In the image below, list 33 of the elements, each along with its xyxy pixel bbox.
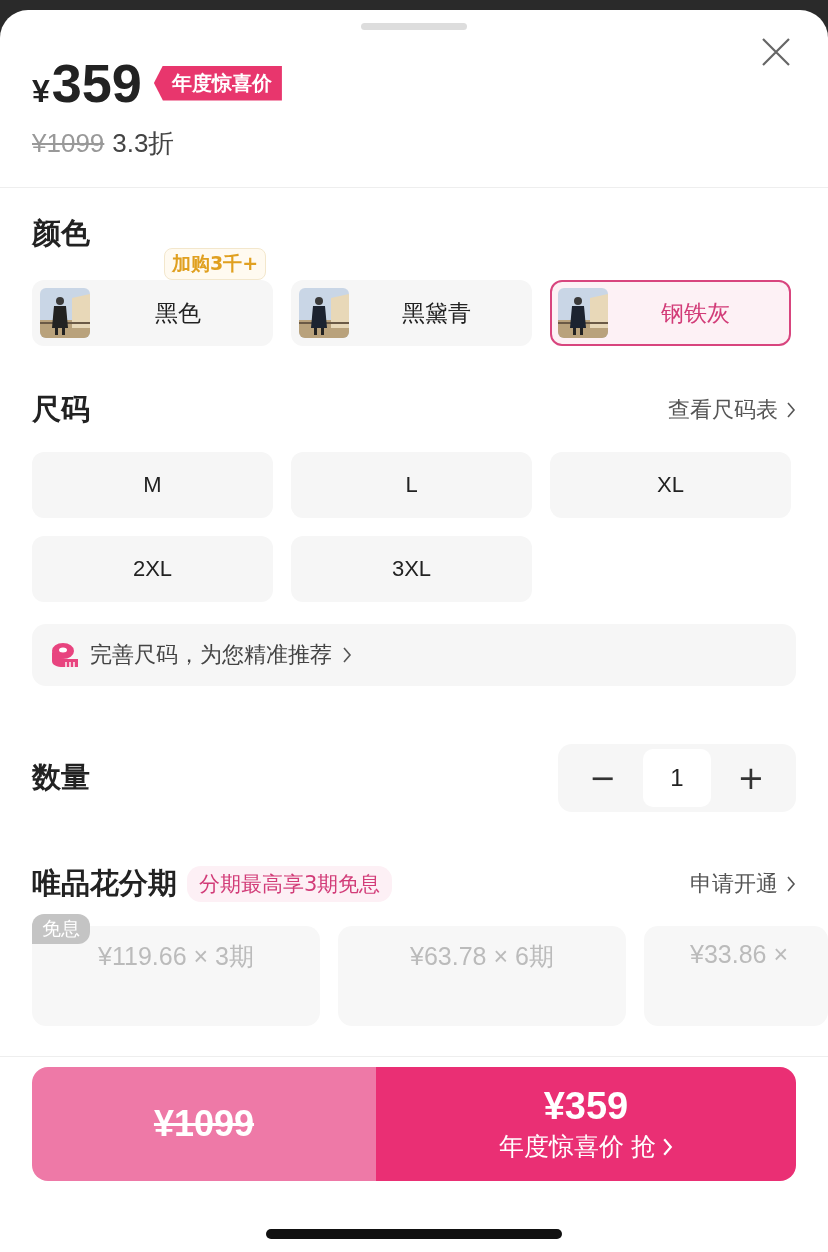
color-option[interactable]: 黑黛青 bbox=[291, 280, 532, 346]
chevron-right-icon bbox=[662, 1136, 674, 1157]
close-icon[interactable] bbox=[760, 36, 792, 68]
discount-text: 3.3折 bbox=[112, 127, 175, 160]
size-option[interactable]: M bbox=[32, 452, 273, 518]
section-title: 数量 bbox=[32, 759, 90, 796]
tape-measure-icon bbox=[50, 640, 80, 670]
chevron-right-icon bbox=[786, 875, 796, 893]
minus-button[interactable]: − bbox=[563, 749, 643, 807]
chevron-right-icon bbox=[342, 646, 352, 664]
section-title: 唯品花分期 bbox=[32, 865, 177, 902]
interest-free-badge: 免息 bbox=[32, 914, 90, 944]
size-chart-link[interactable]: 查看尺码表 bbox=[668, 395, 796, 425]
size-option[interactable]: 2XL bbox=[32, 536, 273, 602]
price-tag: 年度惊喜价 bbox=[153, 65, 282, 101]
current-price: ¥359 bbox=[32, 52, 142, 114]
plus-button[interactable]: + bbox=[711, 749, 791, 807]
drag-handle[interactable] bbox=[361, 23, 467, 30]
quantity-value: 1 bbox=[643, 749, 711, 807]
size-recommend-bar[interactable]: 完善尺码，为您精准推荐 bbox=[32, 624, 796, 686]
original-price: ¥1099 bbox=[32, 128, 105, 159]
chevron-right-icon bbox=[786, 401, 796, 419]
size-option[interactable]: L bbox=[291, 452, 532, 518]
apply-link[interactable]: 申请开通 bbox=[690, 869, 796, 899]
buy-button[interactable]: ¥359 年度惊喜价 抢 bbox=[376, 1067, 796, 1181]
size-option[interactable]: XL bbox=[550, 452, 791, 518]
size-option[interactable]: 3XL bbox=[291, 536, 532, 602]
section-title: 颜色 bbox=[32, 215, 91, 252]
color-option[interactable]: 钢铁灰 bbox=[550, 280, 791, 346]
section-title: 尺码 bbox=[32, 391, 90, 428]
popularity-badge: 加购3千+ bbox=[164, 248, 267, 280]
color-option[interactable]: 黑色 bbox=[32, 280, 273, 346]
promo-tag: 分期最高享3期免息 bbox=[187, 866, 393, 902]
